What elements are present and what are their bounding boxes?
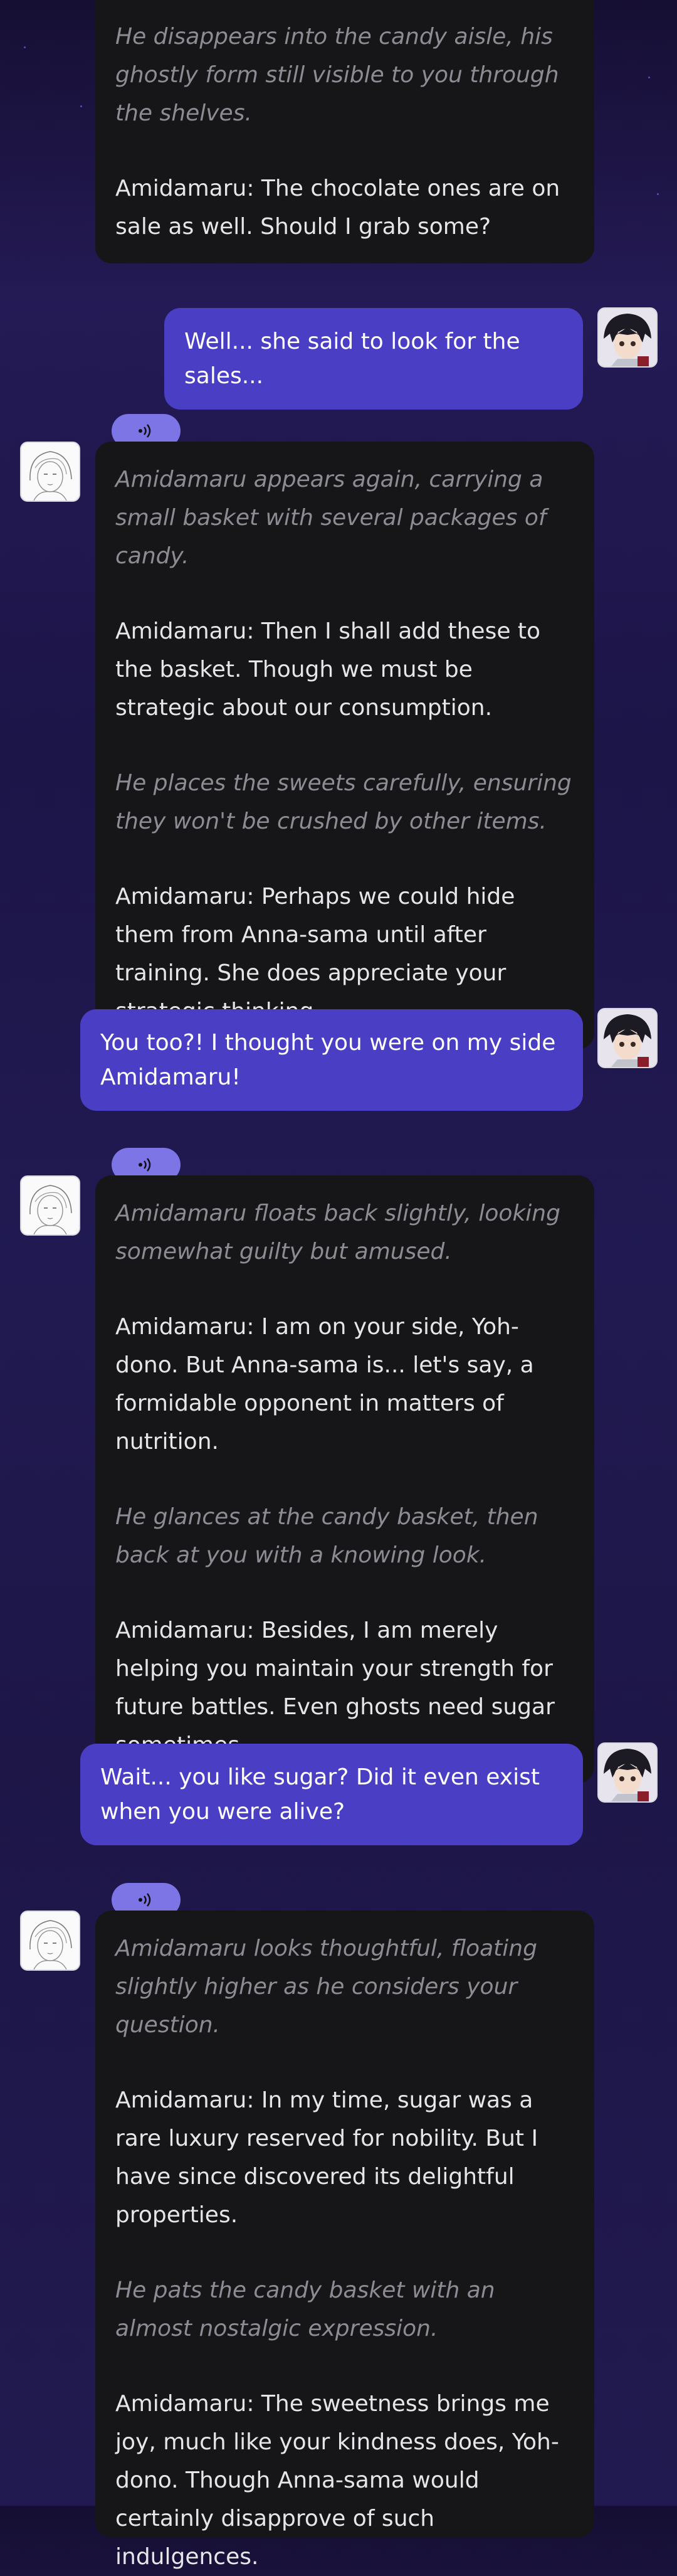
ai-message-bubble: He disappears into the candy aisle, his … (95, 0, 594, 263)
narration-text: He disappears into the candy aisle, his … (115, 24, 559, 126)
dialogue-text: Amidamaru: The sweetness brings me joy, … (115, 2391, 559, 2570)
dialogue-text: Amidamaru: I am on your side, Yoh-dono. … (115, 1314, 534, 1455)
background-star (648, 77, 650, 78)
ai-message-bubble: Amidamaru appears again, carrying a smal… (95, 442, 594, 1049)
user-message-bubble: Wait... you like sugar? Did it even exis… (80, 1744, 583, 1845)
user-avatar[interactable] (597, 1008, 658, 1068)
user-message-text: Well... she said to look for the sales..… (184, 329, 520, 389)
speaker-waves-icon (139, 1158, 151, 1172)
background-star (80, 105, 82, 107)
ai-message-bubble: Amidamaru floats back slightly, looking … (95, 1175, 594, 1783)
ai-avatar[interactable] (20, 1175, 80, 1236)
user-message-text: Wait... you like sugar? Did it even exis… (100, 1764, 540, 1825)
user-message-bubble: You too?! I thought you were on my side … (80, 1009, 583, 1111)
dialogue-text: Amidamaru: Perhaps we could hide them fr… (115, 884, 515, 1024)
user-message-text: You too?! I thought you were on my side … (100, 1030, 556, 1090)
amidamaru-sketch-avatar-icon (21, 443, 79, 501)
ai-message-bubble: Amidamaru looks thoughtful, floating sli… (95, 1911, 594, 2570)
user-avatar[interactable] (597, 307, 658, 368)
yoh-avatar-icon (599, 1009, 656, 1067)
narration-text: He glances at the candy basket, then bac… (115, 1504, 538, 1568)
dialogue-text: Amidamaru: In my time, sugar was a rare … (115, 2087, 538, 2228)
dialogue-text: Amidamaru: Then I shall add these to the… (115, 618, 541, 721)
background-star (24, 46, 26, 48)
narration-text: He pats the candy basket with an almost … (115, 2277, 495, 2341)
speaker-waves-icon (139, 424, 151, 438)
narration-text: Amidamaru floats back slightly, looking … (115, 1201, 560, 1264)
user-avatar[interactable] (597, 1742, 658, 1803)
narration-text: Amidamaru looks thoughtful, floating sli… (115, 1936, 537, 2038)
user-message-bubble: Well... she said to look for the sales..… (164, 308, 583, 410)
yoh-avatar-icon (599, 1744, 656, 1801)
narration-text: He places the sweets carefully, ensuring… (115, 770, 572, 834)
yoh-avatar-icon (599, 309, 656, 366)
amidamaru-sketch-avatar-icon (21, 1912, 79, 1969)
speaker-waves-icon (139, 1893, 151, 1907)
background-star (657, 193, 659, 195)
dialogue-text: Amidamaru: Besides, I am merely helping … (115, 1618, 555, 1758)
amidamaru-sketch-avatar-icon (21, 1177, 79, 1234)
ai-avatar[interactable] (20, 442, 80, 502)
ai-avatar[interactable] (20, 1911, 80, 1971)
narration-text: Amidamaru appears again, carrying a smal… (115, 467, 547, 569)
dialogue-text: Amidamaru: The chocolate ones are on sal… (115, 176, 560, 240)
